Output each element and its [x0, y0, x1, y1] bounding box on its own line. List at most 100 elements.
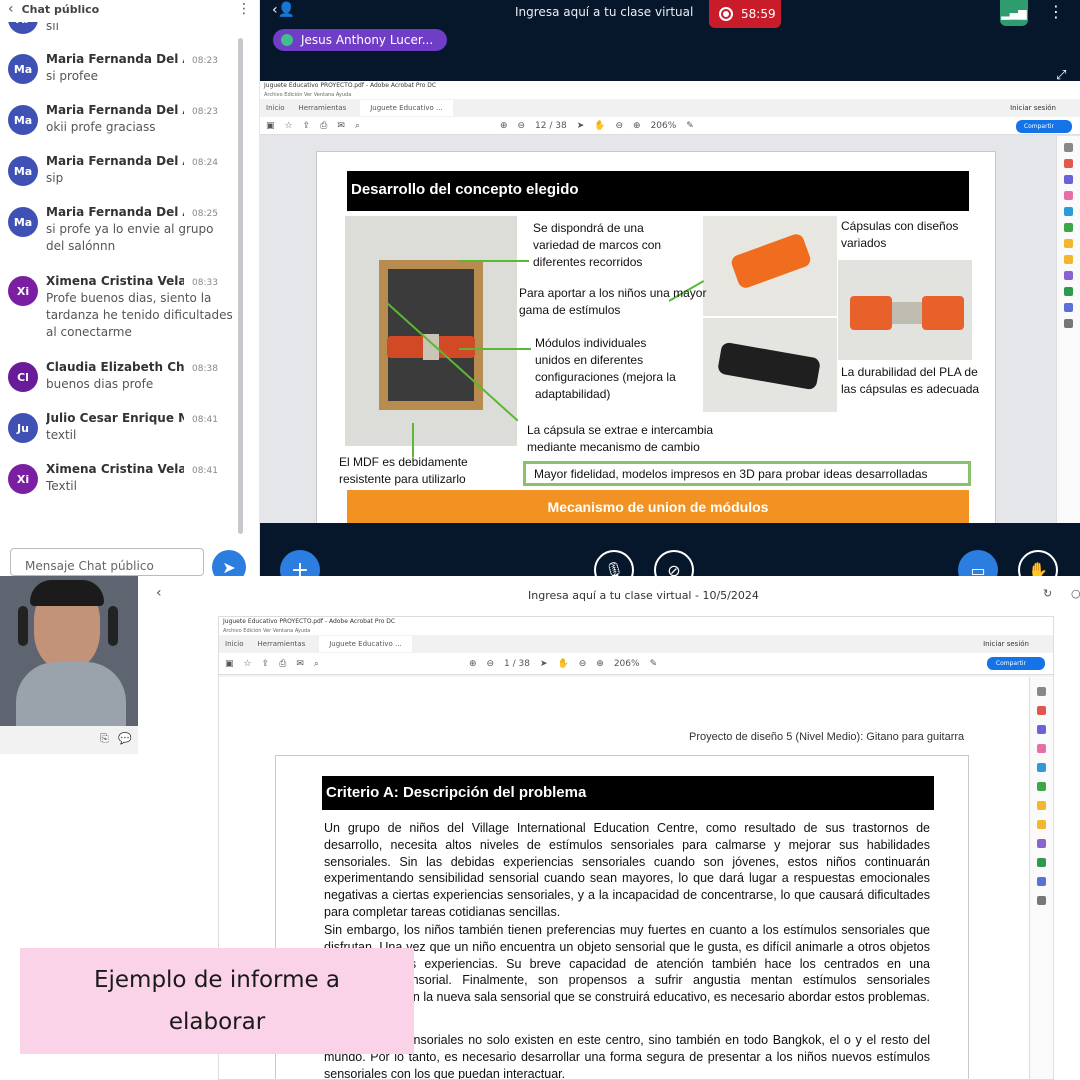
- upload-icon[interactable]: ⇪: [303, 121, 311, 131]
- mail-icon[interactable]: ✉: [337, 121, 345, 131]
- export-pdf-icon[interactable]: [1037, 706, 1046, 715]
- zoom-in-icon[interactable]: ⊕: [633, 121, 641, 131]
- hand-icon[interactable]: ✋: [558, 659, 569, 669]
- page-counter[interactable]: 1 / 38: [504, 659, 530, 669]
- edit-pdf-icon[interactable]: [1037, 744, 1046, 753]
- organize-icon[interactable]: [1037, 763, 1046, 772]
- public-chat-panel: ‹ Chat público ⋮ Ar Ariana Judith Agurto …: [0, 0, 260, 584]
- hand-icon[interactable]: ✋: [594, 121, 605, 131]
- tab-inicio[interactable]: Inicio: [225, 640, 244, 648]
- organize-icon[interactable]: [1064, 207, 1073, 216]
- more-tools-icon[interactable]: [1064, 319, 1073, 328]
- scan-icon[interactable]: [1064, 223, 1073, 232]
- comment-tool-icon[interactable]: [1037, 801, 1046, 810]
- tab-herramientas[interactable]: Herramientas: [299, 104, 347, 112]
- sender-name: Maria Fernanda Del A...: [46, 205, 184, 219]
- avatar: Cl: [8, 362, 38, 392]
- cursor-icon[interactable]: ➤: [577, 121, 585, 131]
- page-up-icon[interactable]: ⊕: [500, 121, 508, 131]
- acrobat-window-title: Juguete Educativo PROYECTO.pdf - Adobe A…: [219, 617, 1053, 627]
- presenter-badge: Jesus Anthony Lucer...: [273, 29, 447, 51]
- mail-icon[interactable]: ✉: [296, 659, 304, 669]
- login-link[interactable]: Iniciar sesión: [983, 640, 1029, 648]
- message-body: Claudia Elizabeth Ch... 08:38 buenos dias …: [46, 360, 234, 393]
- chat-input-placeholder: Mensaje Chat público: [25, 559, 154, 573]
- comment-icon[interactable]: ✎: [650, 659, 658, 669]
- chat-message: Xi Ximena Cristina Vela ... 08:41 Textil: [0, 462, 242, 495]
- tab-document[interactable]: Juguete Educativo ...: [360, 100, 453, 116]
- circle-icon[interactable]: ○: [1071, 587, 1080, 600]
- export-pdf-icon[interactable]: [1064, 159, 1073, 168]
- message-text: textil: [46, 428, 77, 442]
- create-pdf-icon[interactable]: [1064, 175, 1073, 184]
- page-counter[interactable]: 12 / 38: [535, 121, 567, 131]
- connection-status-icon[interactable]: ▂▄▆: [1000, 0, 1028, 26]
- print-production-icon[interactable]: [1037, 858, 1046, 867]
- create-pdf-icon[interactable]: [1037, 725, 1046, 734]
- chat-scrollbar[interactable]: [238, 38, 243, 534]
- camera-off-icon[interactable]: ⊘: [654, 550, 694, 576]
- chat-message-input[interactable]: Mensaje Chat público: [10, 548, 204, 576]
- tab-herramientas[interactable]: Herramientas: [258, 640, 306, 648]
- save-icon[interactable]: ▣: [266, 121, 275, 131]
- add-button[interactable]: +: [280, 550, 320, 576]
- cursor-icon[interactable]: ➤: [540, 659, 548, 669]
- fill-sign-icon[interactable]: [1037, 839, 1046, 848]
- zoom-level[interactable]: 206%: [614, 659, 640, 669]
- page-up-icon[interactable]: ⊕: [469, 659, 477, 669]
- share-button[interactable]: Compartir: [987, 657, 1045, 670]
- search-icon[interactable]: ⌕: [314, 659, 319, 669]
- raise-hand-icon[interactable]: ✋: [1018, 550, 1058, 576]
- tab-inicio[interactable]: Inicio: [266, 104, 285, 112]
- stamp-icon[interactable]: [1064, 255, 1073, 264]
- mdf-frame-photo: [345, 216, 517, 446]
- user-list-icon[interactable]: ‹👤: [272, 2, 295, 18]
- chat-bubble-icon[interactable]: 💬: [118, 732, 132, 745]
- upload-icon[interactable]: ⇪: [262, 659, 270, 669]
- stamp-icon[interactable]: [1037, 820, 1046, 829]
- sender-name: Ximena Cristina Vela ...: [46, 462, 184, 476]
- more-tools-icon[interactable]: [1037, 896, 1046, 905]
- share-button[interactable]: Compartir: [1016, 120, 1072, 133]
- tab-document[interactable]: Juguete Educativo ...: [319, 636, 412, 652]
- message-time: 08:25: [192, 209, 218, 219]
- recording-indicator[interactable]: 58:59: [709, 0, 781, 28]
- zoom-out-icon[interactable]: ⊖: [579, 659, 587, 669]
- zoom-in-icon[interactable]: ⊕: [596, 659, 604, 669]
- zoom-out-icon[interactable]: ⊖: [615, 121, 623, 131]
- message-text: Textil: [46, 479, 77, 493]
- screen-share-icon[interactable]: ▭: [958, 550, 998, 576]
- page-down-icon[interactable]: ⊖: [517, 121, 525, 131]
- zoom-level[interactable]: 206%: [651, 121, 677, 131]
- page-down-icon[interactable]: ⊖: [486, 659, 494, 669]
- bookmark-star-icon[interactable]: ☆: [285, 121, 293, 131]
- more-options-icon[interactable]: ⋮: [237, 1, 251, 17]
- zoom-tool-icon[interactable]: [1037, 687, 1046, 696]
- print-icon[interactable]: ⎙: [279, 659, 286, 669]
- sender-name: Julio Cesar Enrique M...: [46, 411, 184, 425]
- print-icon[interactable]: ⎙: [320, 121, 327, 131]
- zoom-tool-icon[interactable]: [1064, 143, 1073, 152]
- bookmark-star-icon[interactable]: ☆: [244, 659, 252, 669]
- copy-icon[interactable]: ⎘: [100, 732, 109, 746]
- protect-icon[interactable]: [1037, 877, 1046, 886]
- comment-icon[interactable]: ✎: [686, 121, 694, 131]
- save-icon[interactable]: ▣: [225, 659, 234, 669]
- video-conference-view: ‹👤 Ingresa aquí a tu clase virtual 58:59…: [260, 0, 1080, 576]
- protect-icon[interactable]: [1064, 303, 1073, 312]
- chevron-left-icon[interactable]: ‹: [156, 585, 162, 601]
- edit-pdf-icon[interactable]: [1064, 191, 1073, 200]
- avatar: Xi: [8, 464, 38, 494]
- chevron-left-icon[interactable]: ‹: [8, 1, 14, 17]
- avatar: Ma: [8, 54, 38, 84]
- refresh-icon[interactable]: ↻: [1043, 587, 1052, 600]
- microphone-muted-icon[interactable]: 🎙: [594, 550, 634, 576]
- options-menu-icon[interactable]: ⋮: [1048, 2, 1064, 21]
- scan-icon[interactable]: [1037, 782, 1046, 791]
- comment-tool-icon[interactable]: [1064, 239, 1073, 248]
- search-icon[interactable]: ⌕: [355, 121, 360, 131]
- fill-sign-icon[interactable]: [1064, 271, 1073, 280]
- acrobat-tools-rail: [1056, 136, 1080, 523]
- login-link[interactable]: Iniciar sesión: [1010, 104, 1056, 112]
- print-production-icon[interactable]: [1064, 287, 1073, 296]
